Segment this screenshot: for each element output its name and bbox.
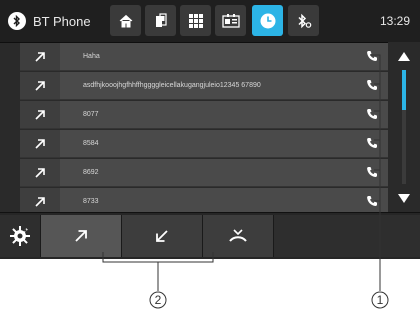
call-row[interactable]: asdfhjkooojhgfhhffhggggleicellakugangjul…: [20, 72, 388, 100]
scroll-up-button[interactable]: [392, 46, 416, 66]
bluetooth-settings-button[interactable]: [288, 5, 319, 36]
home-button[interactable]: [110, 5, 141, 36]
call-list: Haha asdfhjkooojhgfhhffhggggleicellakuga…: [20, 42, 388, 216]
triangle-up-icon: [398, 51, 410, 61]
outgoing-arrow-icon: [20, 72, 60, 99]
missed-call-icon: [229, 229, 247, 242]
home-icon: [119, 14, 132, 27]
outgoing-arrow-icon: [20, 188, 60, 215]
call-button[interactable]: [364, 77, 380, 93]
phone-handset-icon: [367, 167, 377, 177]
phone-handset-icon: [367, 196, 377, 206]
call-button[interactable]: [364, 164, 380, 180]
tab-settings[interactable]: [0, 215, 41, 257]
call-row[interactable]: 8077: [20, 101, 388, 129]
incoming-call-icon: [156, 230, 168, 242]
outgoing-arrow-icon: [20, 43, 60, 70]
phone-handset-icon: [367, 51, 377, 61]
outgoing-arrow-icon: [20, 101, 60, 128]
settings-gear-icon: [10, 226, 30, 246]
call-button[interactable]: [364, 135, 380, 151]
scroll-track[interactable]: [402, 70, 406, 184]
list-scrollbar[interactable]: [388, 42, 420, 212]
phone-handset-icon: [367, 80, 377, 90]
call-button[interactable]: [364, 193, 380, 209]
tab-incoming-calls[interactable]: [122, 215, 203, 257]
scroll-down-button[interactable]: [392, 188, 416, 208]
outgoing-arrow-icon: [20, 159, 60, 186]
phone-screen: BT Phone 13:29 Haha asdfhjkooojhgfhhffhg…: [0, 0, 420, 259]
callout-label-1: 1: [376, 293, 384, 307]
outgoing-call-icon: [75, 230, 87, 242]
call-row[interactable]: 8692: [20, 159, 388, 187]
call-row-name: Haha: [83, 52, 100, 60]
contacts-card-icon: [221, 13, 240, 28]
clock-icon: [260, 13, 275, 28]
callout-label-2: 2: [154, 293, 162, 307]
bluetooth-settings-icon: [297, 13, 311, 28]
tab-missed-calls[interactable]: [203, 215, 274, 257]
call-row-name: 8584: [83, 139, 99, 147]
call-history-button[interactable]: [252, 5, 283, 36]
app-title-text: BT Phone: [33, 13, 91, 29]
phone-device-button[interactable]: [145, 5, 176, 36]
tab-outgoing-calls[interactable]: [41, 215, 122, 257]
call-row-name: asdfhjkooojhgfhhffhggggleicellakugangjul…: [83, 81, 261, 89]
call-button[interactable]: [364, 48, 380, 64]
bottom-tab-bar: [0, 212, 420, 259]
phone-handset-icon: [367, 138, 377, 148]
outgoing-arrow-icon: [20, 130, 60, 157]
triangle-down-icon: [398, 193, 410, 203]
bluetooth-icon: [8, 12, 26, 30]
scroll-thumb[interactable]: [402, 70, 406, 110]
apps-grid-button[interactable]: [180, 5, 211, 36]
call-row[interactable]: Haha: [20, 43, 388, 71]
call-button[interactable]: [364, 106, 380, 122]
clock-time: 13:29: [379, 14, 410, 28]
phone-handset-icon: [367, 109, 377, 119]
call-row-name: 8692: [83, 168, 99, 176]
phone-device-icon: [155, 12, 167, 27]
call-row-name: 8733: [83, 197, 99, 205]
grid-icon: [188, 13, 203, 28]
call-row-name: 8077: [83, 110, 99, 118]
tab-empty: [274, 215, 420, 257]
top-bar: BT Phone 13:29: [0, 0, 420, 43]
contacts-button[interactable]: [215, 5, 246, 36]
app-title: BT Phone: [8, 0, 91, 42]
call-row[interactable]: 8584: [20, 130, 388, 158]
